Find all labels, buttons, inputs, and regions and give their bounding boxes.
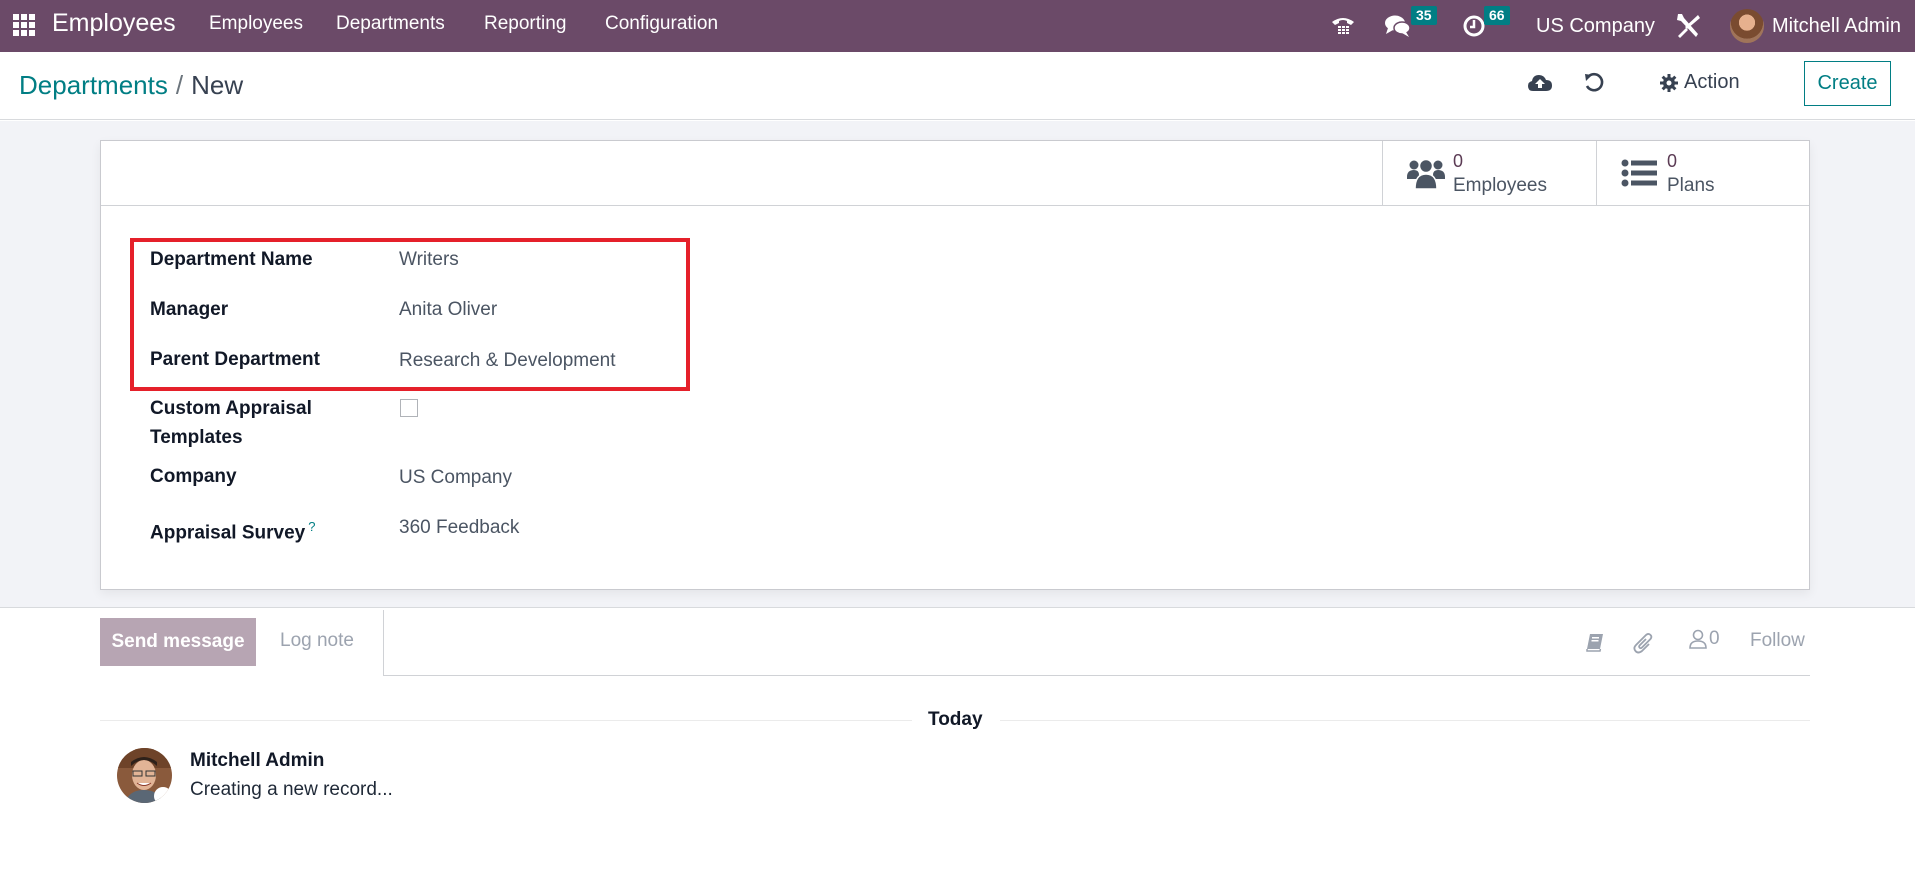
breadcrumb-current: New <box>191 70 244 100</box>
user-menu[interactable]: Mitchell Admin <box>1730 0 1901 52</box>
chatter-divider-vertical <box>383 610 384 676</box>
company-label: Company <box>150 466 237 487</box>
app-title[interactable]: Employees <box>52 9 176 38</box>
employees-label: Employees <box>1453 175 1547 196</box>
followers-button[interactable]: 0 <box>1689 628 1720 650</box>
user-name: Mitchell Admin <box>1772 14 1901 37</box>
discard-button[interactable] <box>1583 72 1609 98</box>
manager-input[interactable]: Anita Oliver <box>399 295 497 324</box>
department-name-input[interactable]: Writers <box>399 245 459 274</box>
manager-label: Manager <box>150 299 229 320</box>
plans-count: 0 <box>1667 151 1678 171</box>
menu-configuration[interactable]: Configuration <box>605 13 718 35</box>
form-sheet: 0 Employees 0 Plans Department Name Writ… <box>100 140 1810 590</box>
messaging-menu-button[interactable]: 35 <box>1384 0 1444 52</box>
employees-smart-button[interactable]: 0 Employees <box>1382 141 1596 206</box>
company-input[interactable]: US Company <box>399 463 512 492</box>
breadcrumb-separator: / <box>175 70 184 100</box>
followers-count: 0 <box>1709 628 1720 649</box>
plans-smart-button[interactable]: 0 Plans <box>1596 141 1810 206</box>
save-button[interactable] <box>1527 72 1553 98</box>
date-separator-line-left <box>100 720 912 721</box>
chat-bubbles-icon <box>1385 15 1411 37</box>
user-outline-icon <box>1689 629 1707 649</box>
parent-department-label: Parent Department <box>150 349 320 370</box>
plans-label: Plans <box>1667 175 1715 196</box>
book-icon <box>1586 634 1603 652</box>
cloud-upload-icon <box>1528 75 1552 91</box>
chatter-topbar: Send message Log note 0 Follow <box>100 610 1810 676</box>
activity-menu-button[interactable]: 66 <box>1462 0 1522 52</box>
action-label: Action <box>1684 71 1740 93</box>
breadcrumb: Departments / New <box>19 70 243 101</box>
tools-icon <box>1677 14 1700 38</box>
users-icon <box>1407 158 1445 190</box>
undo-icon <box>1585 72 1604 92</box>
custom-appraisal-templates-label-line1: Custom Appraisal <box>150 398 312 419</box>
action-menu-button[interactable]: Action <box>1660 71 1740 94</box>
control-panel: Departments / New Action Create <box>0 52 1915 120</box>
activities-button[interactable] <box>1585 632 1605 657</box>
custom-appraisal-templates-label: Custom Appraisal Templates <box>150 394 312 452</box>
department-name-label: Department Name <box>150 249 313 270</box>
attachments-button[interactable] <box>1633 630 1655 659</box>
appraisal-survey-label: Appraisal Survey? <box>150 512 315 547</box>
date-separator-line-right <box>1000 720 1810 721</box>
top-navbar: Employees Employees Departments Reportin… <box>0 0 1915 52</box>
appraisal-survey-label-text: Appraisal Survey <box>150 522 306 544</box>
paperclip-icon <box>1633 633 1653 654</box>
menu-employees[interactable]: Employees <box>209 13 303 35</box>
follow-button[interactable]: Follow <box>1750 630 1805 652</box>
activities-count-badge: 66 <box>1484 6 1510 25</box>
message-author[interactable]: Mitchell Admin <box>190 750 324 772</box>
user-avatar <box>1730 9 1764 43</box>
send-message-button[interactable]: Send message <box>100 618 256 666</box>
phone-icon <box>1332 18 1354 34</box>
app-grid-icon[interactable] <box>13 14 35 36</box>
voip-phone-button[interactable] <box>1330 0 1356 52</box>
message-body: Creating a new record... <box>190 779 393 800</box>
debug-tools-button[interactable] <box>1674 0 1702 52</box>
list-icon <box>1621 159 1657 187</box>
help-tooltip-icon[interactable]: ? <box>308 519 315 534</box>
create-button[interactable]: Create <box>1804 61 1891 106</box>
message-author-avatar[interactable] <box>117 748 172 803</box>
breadcrumb-departments[interactable]: Departments <box>19 70 168 100</box>
date-separator-label: Today <box>928 709 983 730</box>
chatter-divider-horizontal <box>383 675 1810 676</box>
smart-button-box: 0 Employees 0 Plans <box>101 141 1809 206</box>
company-switcher[interactable]: US Company <box>1536 0 1655 52</box>
appraisal-survey-input[interactable]: 360 Feedback <box>399 513 519 542</box>
parent-department-input[interactable]: Research & Development <box>399 346 616 375</box>
clock-icon <box>1463 15 1485 37</box>
menu-reporting[interactable]: Reporting <box>484 13 566 35</box>
messages-count-badge: 35 <box>1411 6 1437 25</box>
employees-count: 0 <box>1453 151 1464 171</box>
custom-appraisal-templates-checkbox[interactable] <box>400 399 418 417</box>
menu-departments[interactable]: Departments <box>336 13 445 35</box>
custom-appraisal-templates-label-line2: Templates <box>150 427 243 448</box>
log-note-button[interactable]: Log note <box>280 630 354 652</box>
gear-icon <box>1660 73 1678 92</box>
